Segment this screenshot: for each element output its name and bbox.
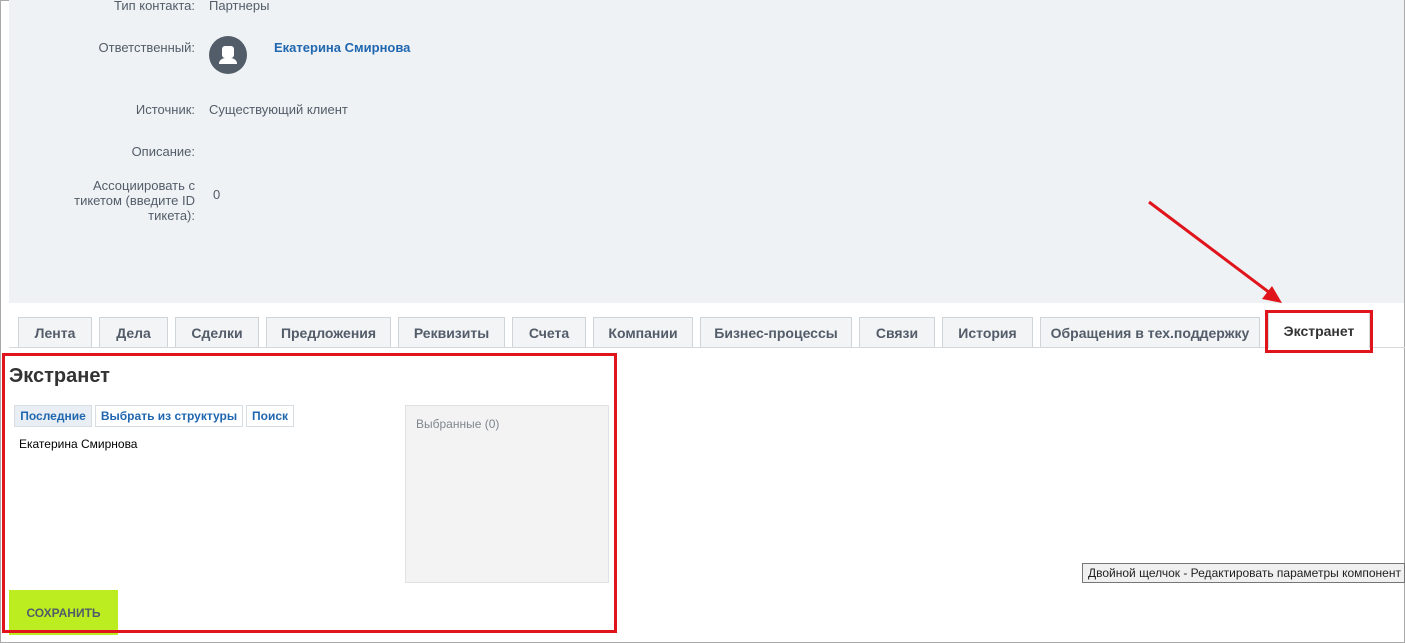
save-button[interactable]: СОХРАНИТЬ <box>9 590 118 635</box>
responsible-label: Ответственный: <box>98 40 195 55</box>
tab-requisites[interactable]: Реквизиты <box>398 317 505 347</box>
responsible-name-link[interactable]: Екатерина Смирнова <box>274 40 410 55</box>
tab-support-requests[interactable]: Обращения в тех.поддержку <box>1040 317 1260 347</box>
user-avatar-icon <box>209 36 247 74</box>
selector-tab-search[interactable]: Поиск <box>246 405 294 427</box>
selector-tab-structure[interactable]: Выбрать из структуры <box>95 405 243 427</box>
tab-links[interactable]: Связи <box>859 317 935 347</box>
tab-business-processes[interactable]: Бизнес-процессы <box>700 317 852 347</box>
tab-history[interactable]: История <box>942 317 1033 347</box>
tab-quotes[interactable]: Предложения <box>266 317 391 347</box>
tab-extranet[interactable]: Экстранет <box>1268 312 1370 348</box>
ticket-value: 0 <box>213 187 221 202</box>
tab-deals[interactable]: Сделки <box>175 317 259 347</box>
tabs-divider <box>9 347 1405 348</box>
contact-type-label: Тип контакта: <box>113 0 195 13</box>
tab-invoices[interactable]: Счета <box>512 317 586 347</box>
contact-details-panel: Тип контакта: Партнеры Ответственный: Ек… <box>9 0 1404 303</box>
selected-count-label: Выбранные (0) <box>416 417 500 431</box>
source-value: Существующий клиент <box>209 102 348 117</box>
selected-users-panel: Выбранные (0) <box>405 405 609 583</box>
tab-feed[interactable]: Лента <box>18 317 92 347</box>
tab-companies[interactable]: Компании <box>593 317 693 347</box>
ticket-label-line3: тикета): <box>148 208 195 223</box>
extranet-title: Экстранет <box>9 365 110 387</box>
tab-activities[interactable]: Дела <box>99 317 168 347</box>
edit-hint-tooltip: Двойной щелчок - Редактировать параметры… <box>1082 563 1405 583</box>
ticket-label-line1: Ассоциировать с <box>92 178 195 193</box>
contact-type-value: Партнеры <box>209 0 270 13</box>
recent-user-item[interactable]: Екатерина Смирнова <box>19 437 137 451</box>
source-label: Источник: <box>135 102 195 117</box>
selector-tab-recent[interactable]: Последние <box>14 405 92 427</box>
ticket-label-line2: тикетом (введите ID <box>74 193 195 208</box>
description-label: Описание: <box>131 144 195 159</box>
